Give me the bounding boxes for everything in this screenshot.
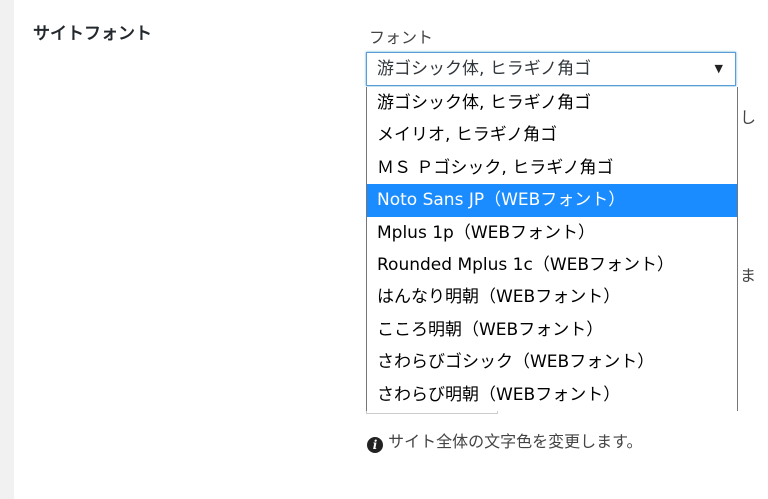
font-option-selected[interactable]: Noto Sans JP（WEBフォント） [367, 184, 737, 217]
settings-panel: サイトフォント フォント し ま 游ゴシック体, ヒラギノ角ゴ ▼ 游ゴシック体… [14, 0, 768, 499]
hint-label: サイト全体の文字色を変更します。 [388, 432, 643, 451]
setting-title: サイトフォント [33, 24, 152, 44]
chevron-down-icon[interactable]: ▼ [715, 53, 723, 85]
font-option[interactable]: ＭＳ Ｐゴシック, ヒラギノ角ゴ [367, 152, 737, 184]
font-option[interactable]: メイリオ, ヒラギノ角ゴ [367, 119, 737, 151]
font-field-label: フォント [369, 28, 434, 47]
info-icon: i [367, 437, 383, 453]
hint-text: i サイト全体の文字色を変更します。 [367, 428, 643, 453]
obscured-text-1: し [740, 108, 757, 127]
font-option[interactable]: はんなり明朝（WEBフォント） [367, 281, 737, 313]
font-select-value: 游ゴシック体, ヒラギノ角ゴ [377, 59, 592, 79]
font-dropdown-list: 游ゴシック体, ヒラギノ角ゴ メイリオ, ヒラギノ角ゴ ＭＳ Ｐゴシック, ヒラ… [366, 87, 738, 411]
obscured-text-2: ま [740, 266, 757, 285]
font-option[interactable]: さわらび明朝（WEBフォント） [367, 379, 737, 411]
font-option[interactable]: さわらびゴシック（WEBフォント） [367, 346, 737, 378]
font-option[interactable]: こころ明朝（WEBフォント） [367, 314, 737, 346]
font-option[interactable]: Mplus 1p（WEBフォント） [367, 217, 737, 249]
font-option[interactable]: 游ゴシック体, ヒラギノ角ゴ [367, 87, 737, 119]
font-option[interactable]: Rounded Mplus 1c（WEBフォント） [367, 249, 737, 281]
font-select[interactable]: 游ゴシック体, ヒラギノ角ゴ ▼ [366, 52, 736, 86]
